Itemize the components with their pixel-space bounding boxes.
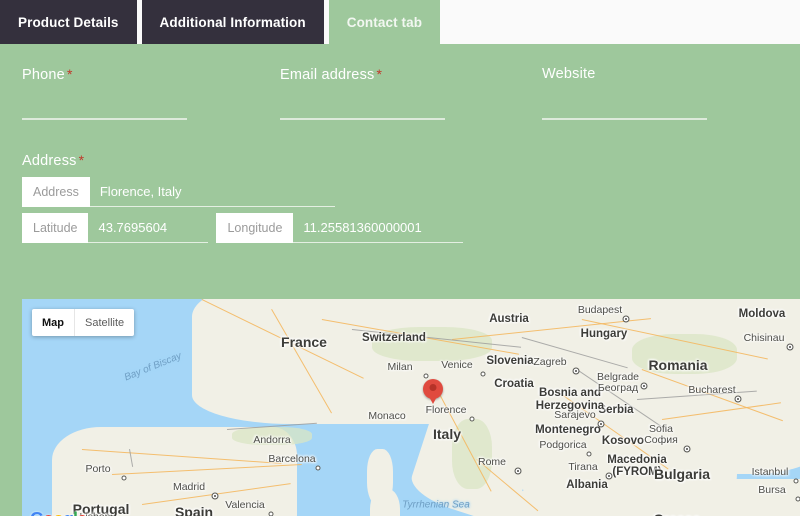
google-logo-letter: G — [30, 509, 44, 516]
contact-form-panel: Phone * Email address * Website Address * A… — [0, 44, 800, 516]
map-city-dot — [514, 467, 522, 475]
latitude-prefix-label: Latitude — [22, 213, 89, 243]
google-map[interactable]: France Switzerland Austria Hungary Slovenia C… — [22, 299, 800, 516]
email-field-group: Email address * — [280, 66, 445, 120]
address-input[interactable] — [89, 177, 335, 206]
landmass-sardinia — [370, 489, 400, 516]
map-city-dot — [683, 445, 691, 453]
map-city-dot — [211, 492, 219, 500]
contact-field-row: Phone * Email address * Website — [0, 66, 800, 146]
website-underline — [542, 118, 707, 120]
address-input-group: Address — [22, 177, 463, 207]
marker-pin-icon — [423, 379, 443, 399]
longitude-prefix-label: Longitude — [216, 213, 294, 243]
website-input[interactable] — [542, 96, 707, 118]
website-field-group: Website — [542, 66, 707, 120]
map-city-dot — [586, 451, 592, 457]
map-city-dot — [795, 496, 800, 502]
map-canvas[interactable]: France Switzerland Austria Hungary Slovenia C… — [22, 299, 800, 516]
map-city-dot — [640, 382, 648, 390]
required-marker: * — [66, 66, 73, 82]
map-city-dot — [793, 478, 799, 484]
phone-input[interactable] — [22, 96, 187, 118]
latitude-input-wrap — [88, 213, 209, 243]
address-block: Address* Address Latitude Longitude — [22, 152, 464, 249]
google-logo-letter: o — [43, 509, 54, 516]
terrain-pyrenees — [232, 427, 312, 445]
tab-bar: Product Details Additional Information C… — [0, 0, 800, 44]
google-logo-letter: e — [77, 509, 87, 516]
map-city-dot — [605, 472, 613, 480]
map-city-dot — [786, 343, 794, 351]
latitude-input-group: Latitude — [22, 213, 209, 243]
required-marker: * — [376, 66, 383, 82]
map-city-dot — [572, 367, 580, 375]
latlng-row: Latitude Longitude — [22, 213, 464, 249]
address-section-label: Address * — [22, 152, 85, 169]
google-logo-letter: g — [63, 509, 74, 516]
map-type-control[interactable]: Map Satellite — [32, 309, 135, 336]
longitude-input-wrap — [293, 213, 464, 243]
website-label: Website — [542, 66, 596, 82]
address-input-wrap — [89, 177, 335, 207]
longitude-input[interactable] — [293, 213, 464, 242]
tab-product-details[interactable]: Product Details — [0, 0, 137, 44]
contact-tab-page: Product Details Additional Information C… — [0, 0, 800, 516]
map-city-dot — [622, 315, 630, 323]
phone-field-group: Phone * — [22, 66, 187, 120]
email-underline — [280, 118, 445, 120]
map-city-dot — [734, 395, 742, 403]
marker-dot — [429, 384, 437, 391]
phone-underline — [22, 118, 187, 120]
map-type-map-button[interactable]: Map — [32, 309, 74, 336]
map-type-satellite-button[interactable]: Satellite — [75, 309, 134, 336]
map-location-marker[interactable] — [423, 379, 443, 399]
phone-label: Phone * — [22, 66, 73, 83]
tab-contact[interactable]: Contact tab — [328, 0, 441, 44]
email-label: Email address * — [280, 66, 383, 83]
map-city-dot — [469, 416, 475, 422]
google-logo-letter: o — [53, 509, 64, 516]
landmass-greece — [622, 494, 752, 516]
map-city-dot — [121, 475, 127, 481]
latitude-input[interactable] — [88, 213, 209, 242]
map-city-dot — [315, 465, 321, 471]
google-logo: Google — [30, 509, 87, 516]
map-city-dot — [480, 371, 486, 377]
tab-additional-information[interactable]: Additional Information — [141, 0, 324, 44]
map-city-dot — [423, 373, 429, 379]
address-prefix-label: Address — [22, 177, 90, 207]
email-input[interactable] — [280, 96, 445, 118]
required-marker: * — [78, 152, 85, 168]
map-city-dot — [268, 511, 274, 516]
longitude-input-group: Longitude — [216, 213, 464, 243]
map-city-dot — [597, 420, 605, 428]
